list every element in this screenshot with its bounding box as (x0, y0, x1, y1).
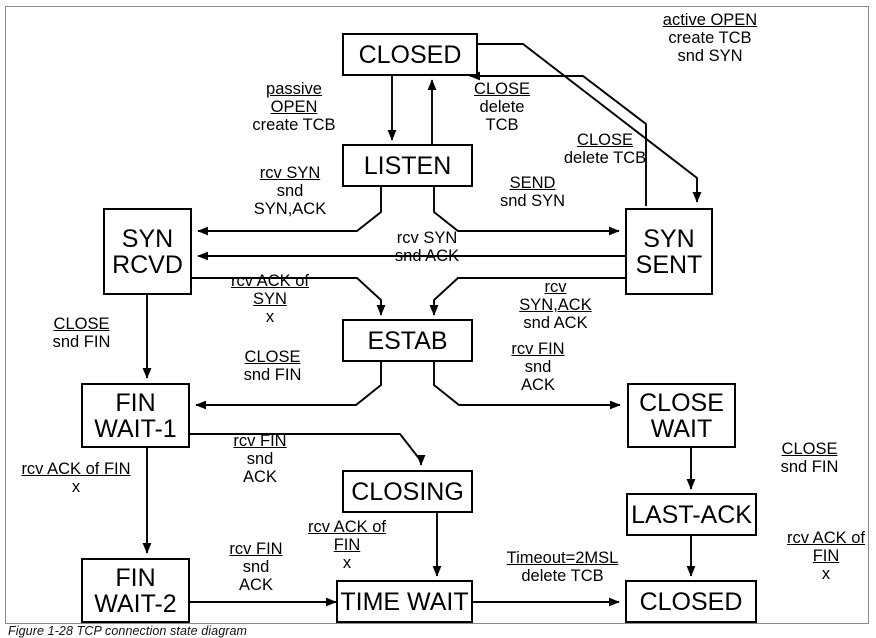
label-action-2: SYN,ACK (253, 199, 327, 218)
figure-caption: Figure 1-28 TCP connection state diagram (8, 624, 248, 638)
state-label-line1: FIN (115, 388, 156, 417)
state-label-line2: WAIT (650, 414, 713, 443)
label-action: x (265, 307, 275, 326)
label-event: CLOSE (244, 348, 301, 366)
state-estab[interactable]: ESTAB (342, 319, 473, 362)
state-close-wait[interactable]: CLOSE WAIT (627, 383, 736, 448)
label-passive-open: passive OPEN create TCB (214, 80, 374, 134)
tcp-state-diagram-figure: CLOSED LISTEN SYN RCVD SYN SENT ESTAB FI… (0, 0, 876, 638)
label-action-1: snd (524, 357, 552, 376)
label-rcv-fin-snd-ack-bottom: rcv FIN snd ACK (196, 540, 316, 594)
label-rcv-syn-snd-ack: rcv SYN snd ACK (352, 229, 502, 265)
state-label: LAST-ACK (631, 500, 752, 529)
label-action: snd SYN (499, 191, 566, 210)
label-action-1: snd (246, 449, 274, 468)
state-listen[interactable]: LISTEN (342, 144, 473, 187)
label-event-2: SYN,ACK (519, 295, 592, 314)
label-event: rcv SYN (259, 164, 321, 182)
state-label-line2: WAIT-2 (94, 589, 177, 618)
label-event: rcv SYN (396, 229, 458, 247)
state-label: CLOSED (358, 40, 462, 69)
label-rcv-synack-snd-ack: rcv SYN,ACK snd ACK (478, 278, 633, 332)
state-closed-bottom[interactable]: CLOSED (625, 580, 757, 623)
label-rcv-fin-snd-ack-right: rcv FIN snd ACK (478, 340, 598, 394)
label-action: delete TCB (563, 148, 647, 167)
label-event: rcv FIN (511, 340, 565, 358)
state-label-line1: FIN (115, 563, 156, 592)
label-action-2: ACK (243, 467, 277, 486)
label-event-2: SYN (253, 289, 287, 308)
label-event-1: rcv ACK of (231, 272, 309, 290)
label-event-1: rcv (544, 278, 567, 296)
state-fin-wait-1[interactable]: FIN WAIT-1 (81, 383, 190, 448)
label-action: x (71, 477, 81, 496)
label-action-2: snd SYN (677, 46, 743, 65)
state-time-wait[interactable]: TIME WAIT (336, 580, 473, 623)
label-action: delete TCB (521, 566, 604, 585)
state-label: LISTEN (363, 151, 452, 180)
label-close-delete-tcb-a: CLOSE delete TCB (447, 80, 557, 134)
label-event: active OPEN (662, 11, 758, 29)
label-close-snd-fin-right: CLOSE snd FIN (752, 440, 867, 476)
label-event-2: OPEN (270, 97, 318, 116)
state-last-ack[interactable]: LAST-ACK (626, 493, 757, 536)
label-timeout-2msl: Timeout=2MSL delete TCB (485, 549, 640, 585)
label-rcv-ack-of-syn: rcv ACK of SYN x (200, 272, 340, 326)
state-label-line2: WAIT-1 (94, 414, 177, 443)
label-action-1: snd (276, 181, 304, 200)
label-event-1: rcv ACK of (787, 529, 865, 547)
label-event: CLOSE (53, 315, 110, 333)
state-label: CLOSED (639, 587, 743, 616)
label-event: SEND (509, 174, 556, 192)
state-label: TIME WAIT (340, 587, 469, 616)
state-syn-rcvd[interactable]: SYN RCVD (103, 208, 192, 295)
state-syn-sent[interactable]: SYN SENT (625, 208, 713, 295)
label-action: snd ACK (394, 246, 460, 265)
label-action: snd FIN (780, 457, 839, 476)
label-event-1: passive (266, 80, 322, 98)
label-action: create TCB (252, 115, 336, 134)
label-rcv-fin-snd-ack-mid: rcv FIN snd ACK (200, 432, 320, 486)
label-action-2: ACK (239, 575, 273, 594)
label-send-snd-syn: SEND snd SYN (470, 174, 595, 210)
state-label-line2: RCVD (112, 250, 183, 279)
state-closed-top[interactable]: CLOSED (342, 33, 478, 76)
label-event-1: rcv ACK of (308, 518, 386, 536)
label-active-open: active OPEN create TCB snd SYN (610, 11, 810, 65)
label-action: snd ACK (523, 313, 588, 332)
label-event-2: FIN (812, 546, 840, 565)
state-label-line1: SYN (121, 224, 174, 253)
label-event: rcv FIN (233, 432, 287, 450)
label-close-delete-tcb-b: CLOSE delete TCB (530, 131, 680, 167)
label-action: x (821, 564, 831, 583)
label-rcv-syn-snd-synack: rcv SYN snd SYN,ACK (222, 164, 358, 218)
state-closing[interactable]: CLOSING (342, 470, 473, 513)
state-label: CLOSING (351, 477, 464, 506)
label-event: CLOSE (474, 80, 530, 98)
label-action-1: snd (242, 557, 270, 576)
label-close-snd-fin-left: CLOSE snd FIN (24, 315, 139, 351)
state-fin-wait-2[interactable]: FIN WAIT-2 (81, 558, 190, 623)
label-action-1: create TCB (668, 28, 752, 47)
label-rcv-ack-of-fin-left: rcv ACK of FIN x (6, 460, 146, 496)
state-label-line1: SYN (643, 224, 695, 253)
label-action-2: ACK (521, 375, 555, 394)
label-close-snd-fin-mid: CLOSE snd FIN (200, 348, 345, 384)
label-event: CLOSE (781, 440, 838, 458)
label-event: rcv FIN (229, 540, 283, 558)
label-event: CLOSE (577, 131, 633, 149)
label-event: rcv ACK of FIN (21, 460, 131, 478)
state-label-line2: SENT (635, 250, 703, 279)
label-action-1: delete (479, 97, 525, 116)
label-action: snd FIN (52, 332, 111, 351)
state-label: ESTAB (367, 326, 448, 355)
label-action: snd FIN (243, 365, 302, 384)
label-event: Timeout=2MSL (506, 549, 619, 567)
label-rcv-ack-of-fin-right: rcv ACK of FIN x (766, 529, 876, 583)
state-label-line1: CLOSE (639, 388, 724, 417)
